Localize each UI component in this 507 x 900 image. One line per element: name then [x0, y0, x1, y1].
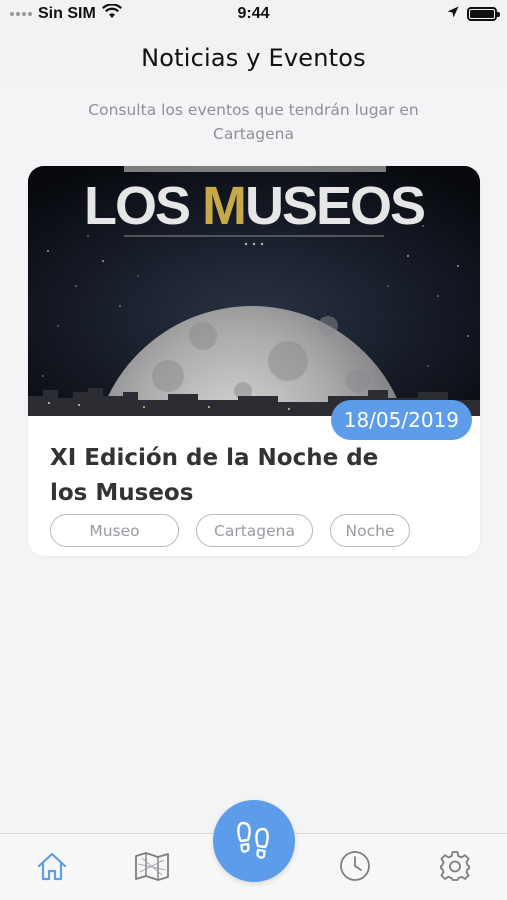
- event-date-badge: 18/05/2019: [330, 400, 472, 440]
- tab-settings[interactable]: [435, 848, 475, 888]
- status-bar: Sin SIM 9:44: [0, 0, 507, 28]
- event-title[interactable]: XI Edición de la Noche de los Museos: [50, 441, 390, 511]
- svg-text:LOS MUSEOS: LOS MUSEOS: [84, 176, 424, 236]
- battery-icon: [467, 7, 500, 21]
- footprints-icon: [234, 819, 274, 863]
- tag-noche[interactable]: Noche: [330, 514, 410, 547]
- footprints-button[interactable]: [213, 800, 295, 882]
- clock-icon: [339, 850, 371, 886]
- event-tags: Museo Cartagena Noche: [50, 514, 410, 547]
- event-card[interactable]: LOS MUSEOS 18/05/2019 XI Edición de la N…: [28, 166, 480, 556]
- signal-dots-icon: [10, 12, 32, 16]
- nav-header: Noticias y Eventos: [0, 28, 507, 88]
- tag-cartagena[interactable]: Cartagena: [196, 514, 313, 547]
- status-right: [447, 5, 500, 23]
- tab-home[interactable]: [32, 848, 72, 888]
- carrier-label: Sin SIM: [38, 5, 96, 22]
- page-subtitle: Consulta los eventos que tendrán lugar e…: [88, 101, 419, 143]
- tag-museo[interactable]: Museo: [50, 514, 179, 547]
- tab-history[interactable]: [335, 848, 375, 888]
- home-icon: [36, 851, 68, 885]
- page-title: Noticias y Eventos: [141, 44, 366, 72]
- map-icon: [134, 850, 170, 886]
- gear-icon: [439, 850, 471, 886]
- main-content[interactable]: Consulta los eventos que tendrán lugar e…: [0, 88, 507, 833]
- status-left: Sin SIM: [10, 3, 122, 24]
- tab-map[interactable]: [132, 848, 172, 888]
- location-arrow-icon: [447, 5, 459, 23]
- event-poster-image: LOS MUSEOS: [28, 166, 480, 416]
- wifi-icon: [101, 3, 122, 24]
